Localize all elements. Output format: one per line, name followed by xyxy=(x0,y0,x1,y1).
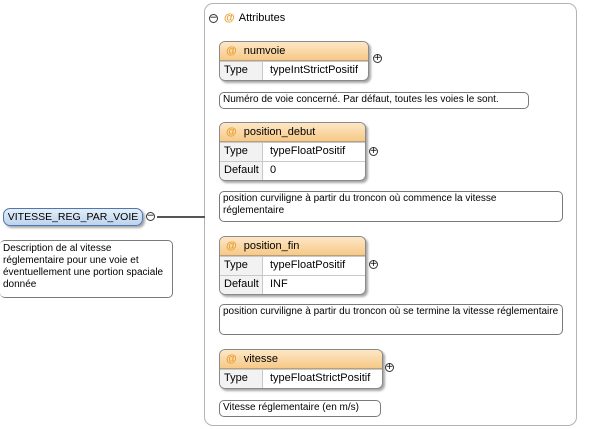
expand-position-fin-icon[interactable]: + xyxy=(369,260,378,269)
attribute-name: numvoie xyxy=(243,45,286,57)
row-value: typeFloatPositif xyxy=(270,259,346,271)
attribute-header: @ position_fin xyxy=(220,237,365,256)
row-label: Default xyxy=(220,276,263,294)
collapse-element-icon[interactable]: − xyxy=(146,212,155,221)
attribute-position-fin[interactable]: @ position_fin Type typeFloatPositif Defa… xyxy=(219,236,366,295)
row-value: typeIntStrictPositif xyxy=(270,64,359,76)
attribute-description: position curviligne à partir du troncon … xyxy=(219,304,563,335)
attribute-description: Vitesse réglementaire (en m/s) xyxy=(219,400,381,417)
element-vitesse-reg-par-voie[interactable]: VITESSE_REG_PAR_VOIE xyxy=(3,208,143,226)
row-label: Type xyxy=(220,257,263,275)
attribute-vitesse[interactable]: @ vitesse Type typeFloatStrictPositif xyxy=(219,349,383,389)
attribute-at-icon: @ xyxy=(226,126,237,138)
attribute-position-debut[interactable]: @ position_debut Type typeFloatPositif De… xyxy=(219,122,366,181)
attribute-header: @ position_debut xyxy=(220,123,365,142)
expand-vitesse-icon[interactable]: + xyxy=(385,363,394,372)
attribute-at-icon: @ xyxy=(226,45,237,57)
collapse-attributes-icon[interactable]: − xyxy=(209,13,218,23)
attributes-title: Attributes xyxy=(238,12,286,24)
attributes-panel-header: − @ Attributes xyxy=(209,11,285,25)
expand-position-debut-icon[interactable]: + xyxy=(369,147,378,156)
expand-numvoie-icon[interactable]: + xyxy=(373,54,382,63)
attribute-header: @ vitesse xyxy=(220,350,382,369)
attribute-at-icon: @ xyxy=(224,12,235,24)
attribute-at-icon: @ xyxy=(226,240,237,252)
attribute-row-type: Type typeFloatPositif xyxy=(220,256,365,275)
attribute-name: position_debut xyxy=(243,126,316,138)
connector-line xyxy=(157,216,205,218)
row-value: INF xyxy=(270,278,288,290)
row-value: 0 xyxy=(270,164,277,176)
attribute-description: position curviligne à partir du troncon … xyxy=(219,191,563,222)
attribute-row-default: Default 0 xyxy=(220,161,365,180)
attribute-header: @ numvoie xyxy=(220,42,368,61)
attribute-name: position_fin xyxy=(243,240,300,252)
attributes-panel: − @ Attributes @ numvoie Type typeIntStri… xyxy=(204,3,577,426)
attribute-numvoie[interactable]: @ numvoie Type typeIntStrictPositif xyxy=(219,41,369,81)
attribute-row-type: Type typeFloatPositif xyxy=(220,142,365,161)
row-value: typeFloatStrictPositif xyxy=(270,372,371,384)
attribute-description: Numéro de voie concerné. Par défaut, tou… xyxy=(219,92,529,109)
attribute-row-type: Type typeFloatStrictPositif xyxy=(220,369,382,388)
attribute-row-default: Default INF xyxy=(220,275,365,294)
attribute-row-type: Type typeIntStrictPositif xyxy=(220,61,368,80)
row-label: Type xyxy=(220,370,263,388)
attribute-at-icon: @ xyxy=(226,353,237,365)
row-label: Type xyxy=(220,62,263,80)
row-value: typeFloatPositif xyxy=(270,145,346,157)
row-label: Type xyxy=(220,143,263,161)
attribute-name: vitesse xyxy=(243,353,278,365)
row-label: Default xyxy=(220,162,263,180)
element-description: Description de al vitesse réglementaire … xyxy=(0,240,173,298)
